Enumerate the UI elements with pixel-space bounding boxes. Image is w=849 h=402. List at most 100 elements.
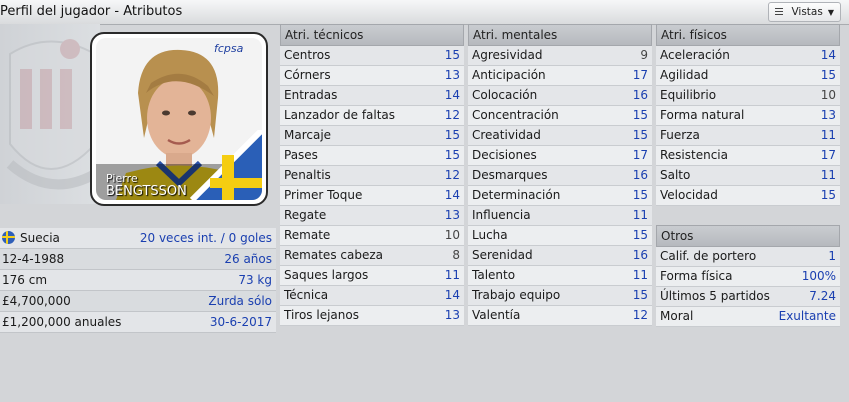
attribute-value: 14 — [820, 48, 836, 62]
mental-attributes-panel: Atri. mentales Agresividad 9 Anticipación 1… — [468, 24, 652, 326]
attribute-value: 11 — [632, 208, 648, 222]
attribute-label: Equilibrio — [660, 88, 717, 102]
contract-expiry: 30-6-2017 — [209, 315, 272, 329]
title-bar: Perfil del jugador - Atributos Vistas ▼ — [0, 0, 849, 25]
attribute-label: Serenidad — [472, 248, 533, 262]
attribute-value: 16 — [632, 168, 648, 182]
chevron-down-icon: ▼ — [827, 8, 834, 17]
attribute-value: 13 — [444, 308, 460, 322]
svg-text:fcpsa: fcpsa — [214, 42, 244, 55]
list-icon — [775, 8, 784, 16]
attribute-label: Creatividad — [472, 128, 541, 142]
attribute-value: 17 — [632, 148, 648, 162]
attribute-label: Valentía — [472, 308, 521, 322]
attribute-value: 100% — [801, 269, 836, 283]
player-info-list: Suecia 20 veces int. / 0 goles 12-4-1988… — [0, 228, 276, 333]
technical-row: Regate 13 — [280, 206, 464, 226]
physical-row: Velocidad 15 — [656, 186, 840, 206]
attribute-value: 9 — [640, 48, 648, 62]
technical-row: Primer Toque 14 — [280, 186, 464, 206]
attribute-value: 15 — [632, 108, 648, 122]
physical-row: Equilibrio 10 — [656, 86, 840, 106]
attribute-value: 13 — [820, 108, 836, 122]
wage: £1,200,000 anuales — [2, 315, 122, 329]
attribute-label: Pases — [284, 148, 318, 162]
attribute-label: Forma física — [660, 269, 733, 283]
mental-row: Anticipación 17 — [468, 66, 652, 86]
attribute-label: Agilidad — [660, 68, 709, 82]
attribute-label: Penaltis — [284, 168, 331, 182]
attribute-value: 17 — [632, 68, 648, 82]
player-last-name: BENGTSSON — [106, 184, 187, 199]
birth-date: 12-4-1988 — [2, 252, 65, 266]
technical-row: Córners 13 — [280, 66, 464, 86]
attribute-value: 11 — [444, 268, 460, 282]
technical-row: Centros 15 — [280, 46, 464, 66]
sweden-flag-icon — [2, 231, 15, 244]
physical-row: Aceleración 14 — [656, 46, 840, 66]
mental-row: Creatividad 15 — [468, 126, 652, 146]
attribute-value: 15 — [632, 288, 648, 302]
info-row-nation: Suecia 20 veces int. / 0 goles — [0, 228, 276, 249]
attribute-label: Remates cabeza — [284, 248, 383, 262]
attribute-value: 15 — [632, 128, 648, 142]
attribute-value: 11 — [820, 168, 836, 182]
technical-row: Saques largos 11 — [280, 266, 464, 286]
mental-header: Atri. mentales — [468, 24, 652, 46]
attribute-label: Resistencia — [660, 148, 728, 162]
mental-row: Trabajo equipo 15 — [468, 286, 652, 306]
others-row: Moral Exultante — [656, 307, 840, 327]
attribute-label: Agresividad — [472, 48, 543, 62]
mental-row: Decisiones 17 — [468, 146, 652, 166]
mental-row: Desmarques 16 — [468, 166, 652, 186]
technical-row: Remates cabeza 8 — [280, 246, 464, 266]
attribute-label: Saques largos — [284, 268, 369, 282]
attribute-value: 16 — [632, 88, 648, 102]
attribute-value: 15 — [632, 188, 648, 202]
attribute-value: 11 — [820, 128, 836, 142]
attribute-label: Regate — [284, 208, 327, 222]
mental-row: Determinación 15 — [468, 186, 652, 206]
player-photo: fcpsa Pierre BENGTSSON — [96, 38, 262, 200]
technical-row: Marcaje 15 — [280, 126, 464, 146]
attribute-label: Lanzador de faltas — [284, 108, 396, 122]
height: 176 cm — [2, 273, 48, 287]
attribute-label: Desmarques — [472, 168, 548, 182]
nationality: Suecia — [20, 231, 60, 245]
attribute-label: Colocación — [472, 88, 538, 102]
attribute-label: Marcaje — [284, 128, 332, 142]
player-card-area: fcpsa Pierre BENGTSSON Suecia 20 veces i… — [0, 24, 276, 333]
attribute-value: 14 — [444, 188, 460, 202]
club-crest-watermark — [0, 24, 100, 204]
page-title: Perfil del jugador - Atributos — [0, 4, 183, 19]
spacer — [656, 206, 840, 225]
weight: 73 kg — [238, 273, 272, 287]
info-row-contract: £1,200,000 anuales 30-6-2017 — [0, 312, 276, 333]
attribute-value: 10 — [820, 88, 836, 102]
sweden-flag-icon — [189, 130, 262, 200]
mental-row: Agresividad 9 — [468, 46, 652, 66]
others-row: Forma física 100% — [656, 267, 840, 287]
attribute-value: 12 — [444, 108, 460, 122]
technical-row: Penaltis 12 — [280, 166, 464, 186]
attribute-label: Talento — [472, 268, 516, 282]
technical-row: Lanzador de faltas 12 — [280, 106, 464, 126]
technical-row: Técnica 14 — [280, 286, 464, 306]
attribute-label: Tiros lejanos — [284, 308, 359, 322]
market-value: £4,700,000 — [2, 294, 71, 308]
attribute-value: 15 — [632, 228, 648, 242]
vistas-dropdown[interactable]: Vistas ▼ — [768, 2, 841, 22]
attribute-value: 7.24 — [809, 289, 836, 303]
info-row-dob: 12-4-1988 26 años — [0, 249, 276, 270]
physical-attributes-panel: Atri. físicos Aceleración 14 Agilidad 15 Equ… — [656, 24, 840, 327]
others-row: Calif. de portero 1 — [656, 247, 840, 267]
attribute-label: Fuerza — [660, 128, 700, 142]
mental-row: Concentración 15 — [468, 106, 652, 126]
vistas-label: Vistas — [791, 6, 823, 18]
attribute-value: 14 — [444, 288, 460, 302]
physical-row: Forma natural 13 — [656, 106, 840, 126]
attribute-label: Córners — [284, 68, 331, 82]
attribute-label: Últimos 5 partidos — [660, 289, 770, 303]
caps-link[interactable]: 20 veces int. / 0 goles — [140, 228, 272, 248]
info-row-value: £4,700,000 Zurda sólo — [0, 291, 276, 312]
